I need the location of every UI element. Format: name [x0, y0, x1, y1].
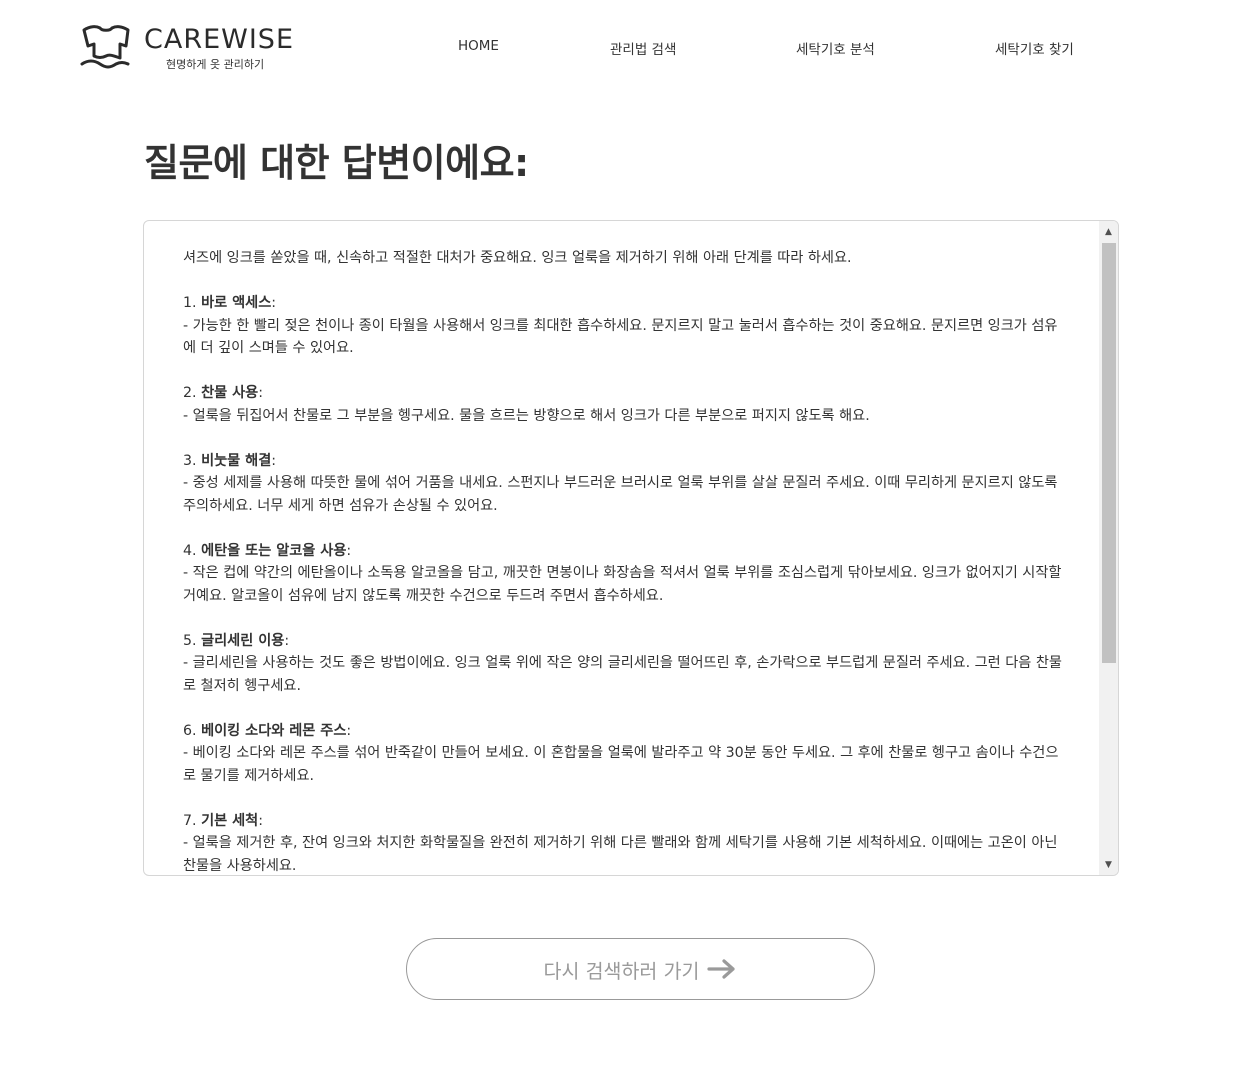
- answer-step-number: 5.: [183, 632, 197, 649]
- arrow-right-icon: [707, 959, 736, 979]
- site-header: CAREWISE 현명하게 옷 관리하기 HOME 관리법 검색 세탁기호 분석…: [0, 0, 1238, 90]
- scroll-down-icon[interactable]: ▼: [1099, 855, 1118, 875]
- answer-step-body: - 가능한 한 빨리 젖은 천이나 종이 타월을 사용해서 잉크를 최대한 흡수…: [183, 317, 1058, 357]
- answer-step-title: 비눗물 해결: [201, 452, 272, 469]
- answer-step-body: - 글리세린을 사용하는 것도 좋은 방법이에요. 잉크 얼룩 위에 작은 양의…: [183, 655, 1062, 694]
- nav-care-search[interactable]: 관리법 검색: [610, 38, 676, 58]
- nav-symbol-find[interactable]: 세탁기호 찾기: [995, 38, 1074, 58]
- answer-scrollbar[interactable]: ▲ ▼: [1099, 221, 1118, 875]
- answer-step: 7. 기본 세척: - 얼룩을 제거한 후, 잔여 잉크와 처지한 화학물질을 완…: [183, 812, 1062, 874]
- answer-step-body: - 베이킹 소다와 레몬 주스를 섞어 반죽같이 만들어 보세요. 이 혼합물을…: [183, 745, 1059, 784]
- answer-step-body: - 얼룩을 뒤집어서 찬물로 그 부분을 헹구세요. 물을 흐르는 방향으로 해…: [183, 407, 870, 424]
- answer-intro: 셔즈에 잉크를 쏟았을 때, 신속하고 적절한 대처가 중요해요. 잉크 얼룩을…: [183, 250, 852, 266]
- answer-step-title: 에탄올 또는 알코올 사용: [201, 542, 347, 559]
- answer-step: 4. 에탄올 또는 알코올 사용: - 작은 컵에 약간의 에탄올이나 소독용 알…: [183, 542, 1066, 604]
- answer-step: 1. 바로 액세스: - 가능한 한 빨리 젖은 천이나 종이 타월을 사용해서 …: [183, 295, 1058, 357]
- nav-home[interactable]: HOME: [458, 38, 499, 54]
- answer-step-title: 베이킹 소다와 레몬 주스: [201, 722, 347, 739]
- answer-step-number: 2.: [183, 385, 197, 401]
- scroll-up-icon[interactable]: ▲: [1099, 221, 1118, 241]
- answer-step-title: 바로 액세스: [201, 295, 272, 311]
- answer-step-number: 6.: [183, 722, 197, 739]
- nav-symbol-analysis[interactable]: 세탁기호 분석: [796, 38, 875, 58]
- answer-step-number: 7.: [183, 812, 197, 829]
- brand-tagline: 현명하게 옷 관리하기: [166, 58, 265, 71]
- answer-step-number: 4.: [183, 542, 197, 559]
- scroll-thumb[interactable]: [1102, 243, 1116, 663]
- shirt-logo-icon: [80, 25, 130, 69]
- answer-panel[interactable]: 셔즈에 잉크를 쏟았을 때, 신속하고 적절한 대처가 중요해요. 잉크 얼룩을…: [143, 220, 1119, 876]
- answer-steps: 1. 바로 액세스: - 가능한 한 빨리 젖은 천이나 종이 타월을 사용해서 …: [183, 292, 1066, 875]
- answer-step-number: 3.: [183, 452, 197, 469]
- answer-step-title: 글리세린 이용: [201, 632, 285, 649]
- answer-step: 3. 비눗물 해결: - 중성 세제를 사용해 따뜻한 물에 섞어 거품을 내세요…: [183, 452, 1062, 514]
- answer-content: 셔즈에 잉크를 쏟았을 때, 신속하고 적절한 대처가 중요해요. 잉크 얼룩을…: [183, 247, 1066, 875]
- page-title: 질문에 대한 답변이에요:: [144, 141, 529, 185]
- answer-step: 6. 베이킹 소다와 레몬 주스: - 베이킹 소다와 레몬 주스를 섞어 반죽같…: [183, 722, 1059, 784]
- brand-name: CAREWISE: [144, 24, 295, 55]
- answer-step-body: - 작은 컵에 약간의 에탄올이나 소독용 알코올을 담고, 깨끗한 면봉이나 …: [183, 565, 1066, 604]
- retry-search-button[interactable]: 다시 검색하러 가기: [406, 938, 875, 1000]
- answer-step: 5. 글리세린 이용: - 글리세린을 사용하는 것도 좋은 방법이에요. 잉크 …: [183, 632, 1062, 694]
- brand-logo[interactable]: CAREWISE 현명하게 옷 관리하기: [80, 22, 300, 74]
- answer-step-title: 기본 세척: [201, 812, 259, 829]
- answer-step: 2. 찬물 사용: - 얼룩을 뒤집어서 찬물로 그 부분을 헹구세요. 물을 흐…: [183, 385, 870, 424]
- answer-step-number: 1.: [183, 295, 197, 311]
- retry-search-label: 다시 검색하러 가기: [543, 959, 700, 983]
- answer-step-body: - 중성 세제를 사용해 따뜻한 물에 섞어 거품을 내세요. 스펀지나 부드러…: [183, 475, 1062, 514]
- answer-step-body: - 얼룩을 제거한 후, 잔여 잉크와 처지한 화학물질을 완전히 제거하기 위…: [183, 835, 1062, 874]
- answer-step-title: 찬물 사용: [201, 385, 259, 401]
